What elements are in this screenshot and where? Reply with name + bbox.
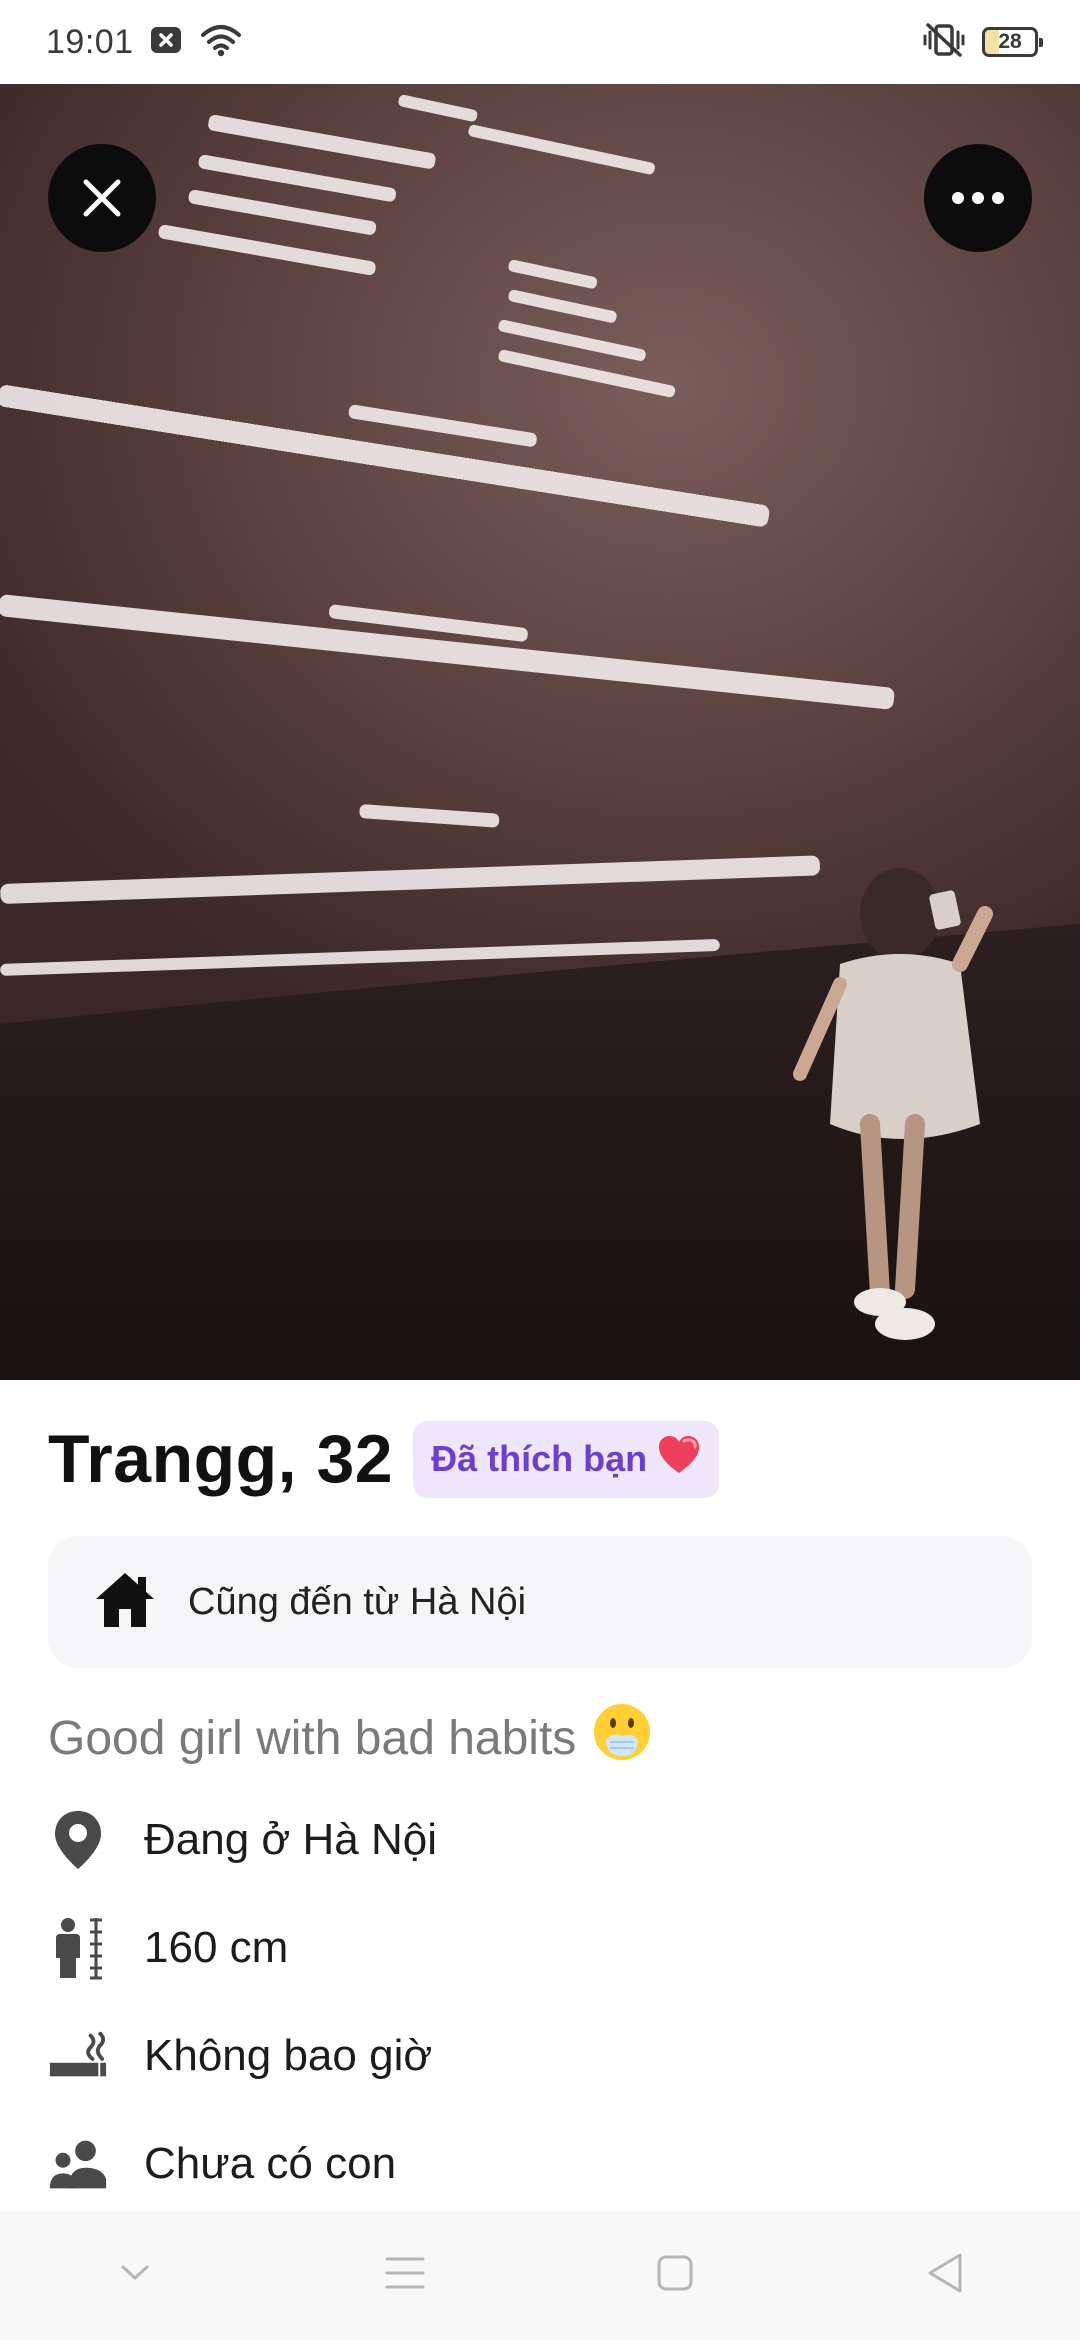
profile-name-age: Trangg, 32 bbox=[48, 1421, 394, 1497]
home-icon bbox=[94, 1571, 156, 1634]
close-button[interactable] bbox=[48, 144, 156, 252]
status-bar: 19:01 28 bbox=[0, 0, 1080, 84]
detail-row-children: Chưa có con bbox=[48, 2128, 396, 2200]
more-options-button[interactable] bbox=[924, 144, 1032, 252]
profile-photo[interactable] bbox=[0, 84, 1080, 1380]
close-icon bbox=[78, 174, 126, 222]
bio-text: Good girl with bad habits bbox=[48, 1711, 577, 1765]
status-left: 19:01 bbox=[46, 23, 242, 62]
face-with-hand-over-mouth-icon bbox=[592, 1702, 652, 1774]
detail-children-text: Chưa có con bbox=[144, 2139, 397, 2188]
height-icon bbox=[48, 1916, 108, 1980]
nav-menu-button[interactable] bbox=[345, 2225, 465, 2325]
back-triangle-icon bbox=[926, 2252, 964, 2299]
location-pin-icon bbox=[48, 1808, 108, 1872]
battery-level: 28 bbox=[998, 30, 1022, 53]
name-row: Trangg, 32 Đã thích bạn bbox=[48, 1420, 720, 1498]
heart-icon bbox=[657, 1435, 701, 1484]
detail-location-text: Đang ở Hà Nội bbox=[144, 1815, 437, 1864]
children-icon bbox=[48, 2132, 108, 2196]
detail-smoking-text: Không bao giờ bbox=[144, 2031, 433, 2080]
profile-screen: 19:01 28 Trangg, 32 Đã thích bạn Cũng đế… bbox=[0, 0, 1080, 2340]
battery-icon: 28 bbox=[982, 27, 1043, 57]
detail-row-smoking: Không bao giờ bbox=[48, 2020, 432, 2092]
detail-row-height: 160 cm bbox=[48, 1912, 288, 1984]
nav-back-button[interactable] bbox=[885, 2225, 1005, 2325]
liked-badge-label: Đã thích bạn bbox=[431, 1438, 648, 1479]
nav-collapse-button[interactable] bbox=[75, 2225, 195, 2325]
home-square-icon bbox=[656, 2254, 694, 2297]
chevron-down-icon bbox=[120, 2264, 150, 2287]
hometown-text: Cũng đến từ Hà Nội bbox=[188, 1580, 527, 1623]
detail-row-location: Đang ở Hà Nội bbox=[48, 1804, 437, 1876]
smoking-icon bbox=[48, 2024, 108, 2088]
notification-x-icon bbox=[150, 25, 184, 60]
liked-you-badge: Đã thích bạn bbox=[413, 1420, 720, 1498]
bio: Good girl with bad habits bbox=[48, 1702, 652, 1774]
menu-icon bbox=[385, 2256, 425, 2295]
more-options-icon bbox=[951, 191, 1005, 205]
nav-home-button[interactable] bbox=[615, 2225, 735, 2325]
wifi-icon bbox=[200, 23, 242, 62]
system-nav-bar bbox=[0, 2210, 1080, 2340]
status-right: 28 bbox=[922, 22, 1043, 63]
vibrate-off-icon bbox=[922, 22, 966, 63]
status-time: 19:01 bbox=[46, 22, 134, 61]
detail-height-text: 160 cm bbox=[144, 1923, 289, 1972]
hometown-card: Cũng đến từ Hà Nội bbox=[48, 1536, 1032, 1668]
